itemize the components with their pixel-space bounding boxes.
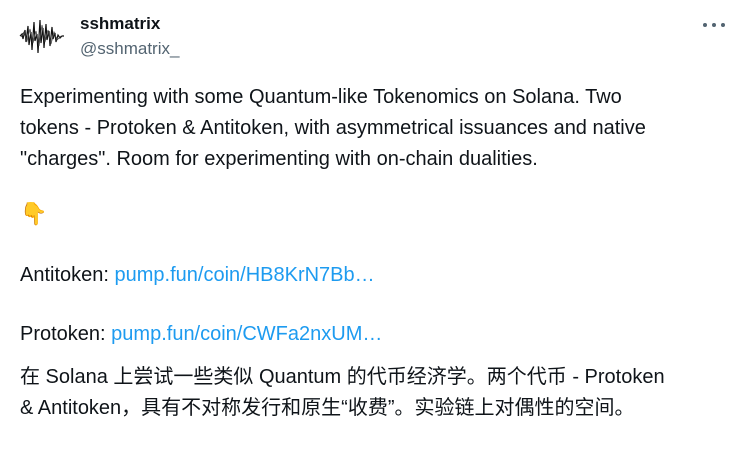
user-handle[interactable]: @sshmatrix_ <box>80 38 179 60</box>
post-text: Experimenting with some Quantum-like Tok… <box>20 82 720 175</box>
pointing-down-emoji-icon: 👇 <box>20 201 48 226</box>
tweet-card: sshmatrix @sshmatrix_ Experimenting with… <box>0 0 747 452</box>
protoken-link[interactable]: pump.fun/coin/CWFa2nxUM… <box>111 323 382 345</box>
more-horizontal-icon <box>703 23 707 27</box>
avatar[interactable] <box>18 12 66 60</box>
more-options-button[interactable] <box>701 14 727 36</box>
antitoken-link[interactable]: pump.fun/coin/HB8KrN7Bb… <box>115 264 375 286</box>
protoken-label: Protoken: <box>20 323 112 345</box>
translated-text-line: & Antitoken，具有不对称发行和原生“收费”。实验链上对偶性的空间。 <box>20 397 635 419</box>
antitoken-label: Antitoken: <box>20 264 115 286</box>
more-dot <box>712 23 716 27</box>
protoken-line: Protoken: pump.fun/coin/CWFa2nxUM… <box>20 320 382 348</box>
post-text-line: tokens - Protoken & Antitoken, with asym… <box>20 117 646 139</box>
post-text-line: "charges". Room for experimenting with o… <box>20 148 538 170</box>
display-name[interactable]: sshmatrix <box>80 13 160 35</box>
more-dot <box>721 23 725 27</box>
post-text-line: Experimenting with some Quantum-like Tok… <box>20 86 622 108</box>
translated-text-line: 在 Solana 上尝试一些类似 Quantum 的代币经济学。两个代币 - P… <box>20 366 665 388</box>
antitoken-line: Antitoken: pump.fun/coin/HB8KrN7Bb… <box>20 261 375 289</box>
translated-text: 在 Solana 上尝试一些类似 Quantum 的代币经济学。两个代币 - P… <box>20 362 730 424</box>
waveform-avatar-image <box>19 19 64 54</box>
